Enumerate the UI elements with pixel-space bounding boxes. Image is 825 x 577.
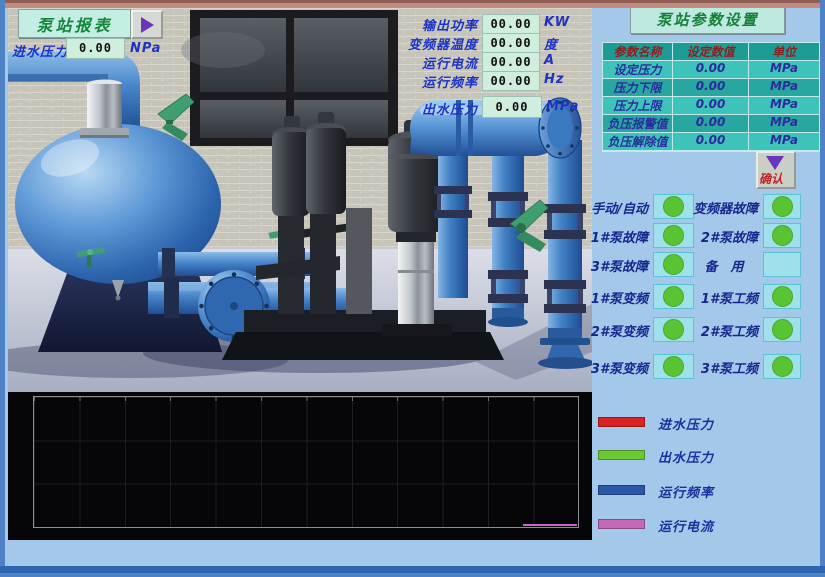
indicator-pump1-mains bbox=[763, 284, 801, 309]
settings-table: 参数名称 设定数值 单位 设定压力 0.00 MPa 压力下限 0.00 MPa… bbox=[602, 42, 821, 152]
indicator-manual-auto bbox=[653, 194, 694, 219]
indicator-label-pump1-vfd: 1#泵变频 bbox=[586, 288, 648, 307]
report-button[interactable]: 泵站报表 bbox=[18, 9, 131, 38]
indicator-label-pump2-vfd: 2#泵变频 bbox=[586, 321, 648, 340]
param-value-pressure-low-limit[interactable]: 0.00 bbox=[673, 79, 749, 97]
status-lamp-icon bbox=[663, 225, 684, 246]
triangle-down-icon bbox=[766, 156, 784, 170]
indicator-pump2-mains bbox=[763, 317, 801, 342]
inverter-temp-unit: 度 bbox=[544, 34, 558, 53]
indicator-label-vfd-fault: 变频器故障 bbox=[690, 198, 758, 217]
legend-swatch-outlet-pressure bbox=[598, 450, 645, 460]
param-name-pressure-high-limit: 压力上限 bbox=[603, 97, 673, 115]
legend-swatch-inlet-pressure bbox=[598, 417, 645, 427]
inlet-pressure-unit: NPa bbox=[130, 41, 161, 56]
param-unit: MPa bbox=[749, 61, 820, 79]
status-lamp-icon bbox=[663, 286, 684, 307]
status-lamp-icon bbox=[772, 319, 793, 340]
frame-bottom-band bbox=[0, 566, 825, 573]
indicator-label-pump3-fault: 3#泵故障 bbox=[586, 256, 648, 275]
trend-plot-area bbox=[33, 396, 579, 528]
run-frequency-unit: Hz bbox=[544, 72, 564, 87]
param-unit: MPa bbox=[749, 79, 820, 97]
inverter-temp-value: 00.00 bbox=[482, 33, 540, 53]
param-value-negative-pressure-release[interactable]: 0.00 bbox=[673, 133, 749, 151]
status-lamp-icon bbox=[772, 356, 793, 377]
param-unit: MPa bbox=[749, 115, 820, 133]
status-lamp-icon bbox=[663, 196, 684, 217]
confirm-button-label: 确认 bbox=[759, 170, 783, 187]
indicator-spare bbox=[763, 252, 801, 277]
run-current-value: 00.00 bbox=[482, 52, 540, 72]
legend-label-run-frequency: 运行频率 bbox=[658, 482, 714, 501]
param-value-set-pressure[interactable]: 0.00 bbox=[673, 61, 749, 79]
param-value-negative-pressure-alarm[interactable]: 0.00 bbox=[673, 115, 749, 133]
indicator-label-pump1-mains: 1#泵工频 bbox=[690, 288, 758, 307]
outlet-pressure-value: 0.00 bbox=[482, 96, 542, 118]
run-frequency-label: 运行频率 bbox=[390, 72, 478, 91]
legend-swatch-run-frequency bbox=[598, 485, 645, 495]
inlet-pressure-label: 进水压力 bbox=[12, 41, 68, 60]
output-power-value: 00.00 bbox=[482, 14, 540, 34]
indicator-pump3-vfd bbox=[653, 354, 694, 379]
param-value-pressure-high-limit[interactable]: 0.00 bbox=[673, 97, 749, 115]
settings-panel-title: 泵站参数设置 bbox=[630, 4, 785, 34]
run-current-label: 运行电流 bbox=[390, 53, 478, 72]
param-name-negative-pressure-release: 负压解除值 bbox=[603, 133, 673, 151]
table-header-setvalue: 设定数值 bbox=[673, 43, 749, 61]
status-lamp-icon bbox=[663, 254, 684, 275]
trend-chart bbox=[8, 392, 592, 540]
output-power-unit: KW bbox=[544, 15, 570, 30]
status-lamp-icon bbox=[772, 225, 793, 246]
indicator-label-spare: 备 用 bbox=[690, 256, 758, 275]
param-unit: MPa bbox=[749, 97, 820, 115]
table-header-param: 参数名称 bbox=[603, 43, 673, 61]
run-current-unit: A bbox=[544, 53, 555, 68]
param-unit: MPa bbox=[749, 133, 820, 151]
indicator-pump3-fault bbox=[653, 252, 694, 277]
pump-station-hmi-screen: 泵站报表 进水压力 0.00 NPa 输出功率 00.00 KW 变频器温度 0… bbox=[0, 0, 825, 577]
outlet-pressure-label: 出水压力 bbox=[390, 99, 478, 118]
axis-ticks bbox=[34, 397, 578, 401]
status-lamp-icon bbox=[772, 196, 793, 217]
legend-label-run-current: 运行电流 bbox=[658, 516, 714, 535]
report-nav-button[interactable] bbox=[131, 10, 163, 39]
legend-label-inlet-pressure: 进水压力 bbox=[658, 414, 714, 433]
inlet-pressure-value: 0.00 bbox=[66, 38, 125, 59]
indicator-vfd-fault bbox=[763, 194, 801, 219]
param-name-pressure-low-limit: 压力下限 bbox=[603, 79, 673, 97]
output-power-label: 输出功率 bbox=[390, 15, 478, 34]
param-name-set-pressure: 设定压力 bbox=[603, 61, 673, 79]
indicator-label-pump2-fault: 2#泵故障 bbox=[690, 227, 758, 246]
indicator-pump3-mains bbox=[763, 354, 801, 379]
legend-swatch-run-current bbox=[598, 519, 645, 529]
confirm-button[interactable]: 确认 bbox=[756, 151, 796, 189]
indicator-pump1-fault bbox=[653, 223, 694, 248]
indicator-pump2-fault bbox=[763, 223, 801, 248]
triangle-right-icon bbox=[141, 17, 154, 33]
inverter-temp-label: 变频器温度 bbox=[390, 34, 478, 53]
legend-label-outlet-pressure: 出水压力 bbox=[658, 447, 714, 466]
wall-trim-stripe bbox=[0, 0, 825, 8]
param-name-negative-pressure-alarm: 负压报警值 bbox=[603, 115, 673, 133]
indicator-label-manual-auto: 手动/自动 bbox=[586, 198, 648, 217]
outlet-pressure-unit: MPa bbox=[546, 99, 579, 114]
status-lamp-icon bbox=[772, 286, 793, 307]
run-frequency-value: 00.00 bbox=[482, 71, 540, 91]
table-header-unit: 单位 bbox=[749, 43, 820, 61]
status-lamp-icon bbox=[663, 356, 684, 377]
indicator-label-pump1-fault: 1#泵故障 bbox=[586, 227, 648, 246]
indicator-label-pump3-mains: 3#泵工频 bbox=[690, 358, 758, 377]
status-lamp-icon bbox=[663, 319, 684, 340]
indicator-label-pump3-vfd: 3#泵变频 bbox=[586, 358, 648, 377]
run-current-trace bbox=[523, 524, 577, 526]
indicator-label-pump2-mains: 2#泵工频 bbox=[690, 321, 758, 340]
indicator-pump2-vfd bbox=[653, 317, 694, 342]
indicator-pump1-vfd bbox=[653, 284, 694, 309]
